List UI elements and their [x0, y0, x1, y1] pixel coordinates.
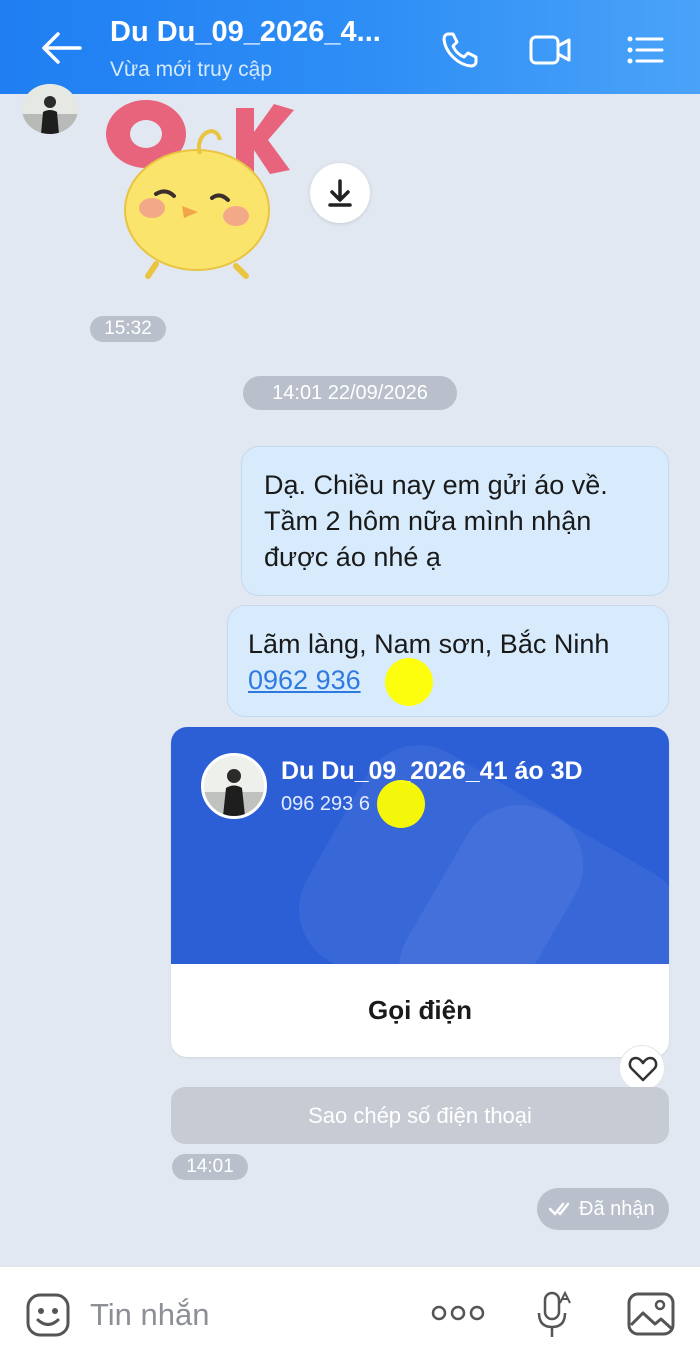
chat-title[interactable]: Du Du_09_2026_4... — [110, 16, 381, 49]
more-icon[interactable] — [430, 1301, 486, 1325]
chat-subtitle: Vừa mới truy cập — [110, 58, 273, 81]
phone-link[interactable]: 0962 936 — [248, 665, 361, 695]
sender-avatar[interactable] — [22, 84, 78, 134]
download-button[interactable] — [310, 163, 370, 223]
message-time: 15:32 — [90, 316, 166, 342]
image-icon[interactable] — [626, 1291, 676, 1337]
received-label: Đã nhận — [579, 1198, 655, 1220]
received-status: Đã nhận — [537, 1188, 669, 1230]
call-button[interactable]: Gọi điện — [171, 964, 669, 1057]
double-check-icon — [549, 1202, 570, 1216]
phone-icon[interactable] — [438, 28, 482, 72]
copy-phone-button[interactable]: Sao chép số điện thoại — [171, 1087, 669, 1144]
message-bubble[interactable]: Dạ. Chiều nay em gửi áo về. Tầm 2 hôm nữ… — [241, 446, 669, 596]
message-text: Lãm làng, Nam sơn, Bắc Ninh — [248, 629, 610, 659]
contact-card[interactable]: Du Du_09_2026_41 áo 3D 096 293 6 Gọi điệ… — [171, 727, 669, 1057]
redaction-dot — [377, 780, 425, 828]
ok-sticker[interactable] — [96, 94, 306, 284]
microphone-icon[interactable] — [534, 1289, 574, 1341]
video-camera-icon[interactable] — [528, 28, 572, 72]
react-button[interactable] — [619, 1045, 665, 1091]
message-input[interactable] — [90, 1293, 390, 1337]
message-bubble[interactable]: Lãm làng, Nam sơn, Bắc Ninh 0962 936 — [227, 605, 669, 717]
composer-bar — [0, 1266, 700, 1360]
date-separator: 14:01 22/09/2026 — [243, 376, 457, 410]
contact-phone: 096 293 6 — [281, 793, 370, 815]
download-icon — [328, 179, 352, 207]
heart-icon — [628, 1056, 658, 1082]
emoji-icon[interactable] — [24, 1291, 72, 1339]
menu-list-icon[interactable] — [622, 28, 666, 72]
contact-name: Du Du_09_2026_41 áo 3D — [281, 757, 583, 785]
contact-card-header: Du Du_09_2026_41 áo 3D 096 293 6 — [171, 727, 669, 964]
back-arrow-icon[interactable] — [38, 28, 84, 68]
contact-avatar — [201, 753, 267, 819]
redaction-dot — [385, 658, 433, 706]
message-text: Dạ. Chiều nay em gửi áo về. Tầm 2 hôm nữ… — [264, 470, 608, 572]
chat-header: Du Du_09_2026_4... Vừa mới truy cập — [0, 0, 700, 94]
message-time: 14:01 — [172, 1154, 248, 1180]
